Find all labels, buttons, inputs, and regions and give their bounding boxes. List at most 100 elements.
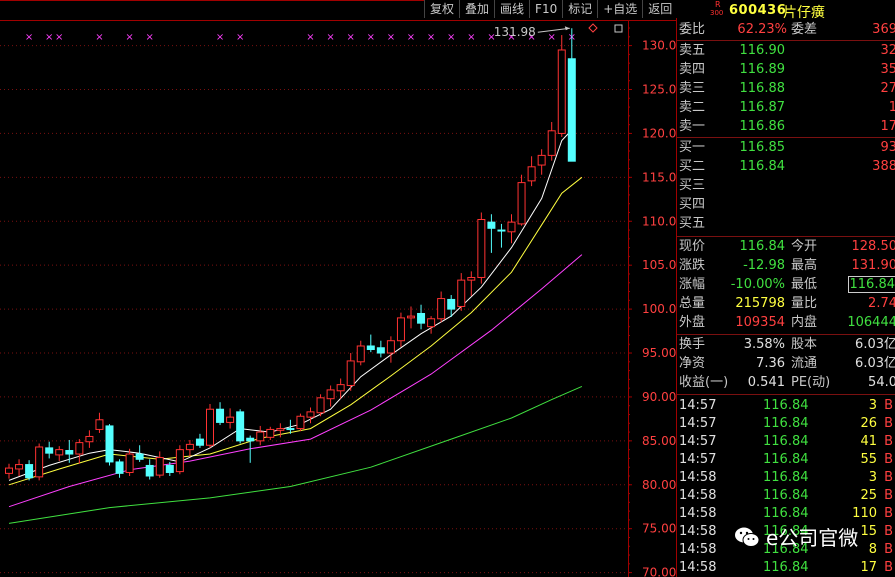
stat-value: 128.50	[851, 239, 895, 254]
bid-level-label: 买三	[679, 178, 706, 193]
stat-row: 总量 215798 量比 2.74	[677, 295, 895, 313]
fundamental-label: 净资	[679, 356, 706, 371]
tick-row[interactable]: 14:57 116.84 55 B	[677, 451, 895, 469]
candle-body	[316, 397, 325, 414]
candle-body	[296, 415, 305, 430]
candle-body	[306, 411, 315, 418]
mark-button[interactable]: 标记	[562, 0, 598, 18]
candle-body	[216, 408, 225, 423]
ma20-line	[8, 254, 583, 508]
ask-level-label: 卖五	[679, 43, 706, 58]
back-button[interactable]: 返回	[642, 0, 678, 18]
bid-level-label: 买二	[679, 159, 706, 174]
arrowhead-icon	[564, 26, 570, 31]
candle-body	[366, 345, 375, 351]
candle-body	[447, 298, 456, 310]
fundamental-value: 3.58%	[743, 337, 785, 352]
add-watchlist-button[interactable]: +自选	[597, 0, 643, 18]
overlay-button[interactable]: 叠加	[459, 0, 495, 18]
candle-body	[95, 419, 104, 430]
stat-value: 2.74	[868, 296, 895, 311]
high-annotation-label: 131.98	[494, 25, 536, 39]
tick-row[interactable]: 14:57 116.84 26 B	[677, 415, 895, 433]
signal-star: ×	[367, 32, 375, 43]
tick-volume: 55	[860, 452, 877, 467]
y-tick-label: 100.0	[642, 302, 676, 316]
candle-body	[467, 276, 476, 281]
fundamental-label: PE(动)	[791, 375, 831, 390]
fundamental-value: 7.36	[756, 356, 785, 371]
y-tick-label: 125.0	[642, 83, 676, 97]
tick-row[interactable]: 14:58 116.84 3 B	[677, 469, 895, 487]
signal-star: ×	[387, 32, 395, 43]
stat-row: 涨跌 -12.98 最高 131.90	[677, 257, 895, 275]
y-tick-label: 130.0	[642, 39, 676, 53]
signal-star: ×	[447, 32, 455, 43]
tick-time: 14:57	[679, 398, 717, 413]
divider	[677, 236, 895, 237]
tick-row[interactable]: 14:57 116.84 41 B	[677, 433, 895, 451]
chart-corner-box-icon[interactable]	[614, 24, 623, 33]
stock-code: 600436	[729, 3, 787, 18]
order-ratio-label: 委比	[679, 22, 706, 37]
candle-body	[396, 317, 405, 342]
f10-button[interactable]: F10	[529, 0, 563, 18]
tick-row[interactable]: 14:58 116.84 110 B	[677, 505, 895, 523]
stat-row: 现价 116.84 今开 128.50	[677, 238, 895, 256]
signal-star: ×	[548, 32, 556, 43]
draw-line-button[interactable]: 画线	[494, 0, 530, 18]
ask-volume: 35	[880, 62, 895, 77]
tick-volume: 3	[868, 398, 877, 413]
signal-star: ×	[146, 32, 154, 43]
y-tick-label: 115.0	[642, 170, 676, 184]
stat-label: 总量	[679, 296, 706, 311]
tick-row[interactable]: 14:57 116.84 3 B	[677, 397, 895, 415]
candle-body	[256, 431, 265, 442]
ask-row: 卖三 116.88 27	[677, 80, 895, 98]
ask-level-label: 卖三	[679, 81, 706, 96]
tick-volume: 110	[852, 506, 877, 521]
y-tick-label: 80.00	[642, 478, 676, 492]
signal-star: ×	[95, 32, 103, 43]
fundamental-value: 6.03亿	[855, 356, 895, 371]
candle-body	[477, 219, 486, 278]
quote-panel: 委比 62.23% 委差 369 卖五 116.90 32 卖四 116.89 35 卖三 1…	[677, 21, 895, 577]
candle-body	[175, 449, 184, 473]
tick-row[interactable]: 14:58 116.84 17 B	[677, 559, 895, 577]
bid-level-label: 买一	[679, 140, 706, 155]
watermark: e公司官微	[734, 522, 858, 551]
bid-row: 买五	[677, 215, 895, 233]
tick-row[interactable]: 14:58 116.84 25 B	[677, 487, 895, 505]
restore-rights-button[interactable]: 复权	[424, 0, 460, 18]
tick-volume: 8	[868, 542, 877, 557]
tick-flag: B	[884, 560, 893, 575]
kline-chart[interactable]: 130.0 125.0 120.0 115.0 110.0 105.0 100.0 95.00…	[0, 0, 677, 577]
candle-body	[75, 442, 84, 455]
signal-star: ×	[216, 32, 224, 43]
stat-row: 涨幅 -10.00% 最低 116.84	[677, 276, 895, 294]
wechat-icon	[734, 526, 760, 548]
ask-price: 116.87	[739, 100, 786, 115]
order-ratio-row: 委比 62.23% 委差 369	[677, 21, 895, 39]
order-diff-label: 委差	[791, 22, 818, 37]
tick-price: 116.84	[763, 506, 809, 521]
tick-time: 14:57	[679, 416, 717, 431]
fundamental-label: 收益(一)	[679, 375, 729, 390]
y-tick-label: 90.00	[642, 390, 676, 404]
ask-level-label: 卖四	[679, 62, 706, 77]
watermark-text: e公司官微	[766, 526, 859, 550]
candle-body	[487, 221, 496, 229]
candle-body	[326, 389, 335, 400]
tick-volume: 26	[860, 416, 877, 431]
fundamental-row: 净资 7.36 流通 6.03亿	[677, 355, 895, 373]
tick-time: 14:58	[679, 488, 717, 503]
divider	[677, 137, 895, 138]
bid-volume: 388	[872, 159, 895, 174]
tick-volume: 17	[860, 560, 877, 575]
tick-price: 116.84	[763, 452, 809, 467]
stat-value: 116.84	[739, 239, 786, 254]
r-mark: R	[715, 0, 721, 9]
order-ratio-value: 62.23%	[737, 22, 787, 37]
tick-price: 116.84	[763, 560, 809, 575]
fundamental-row: 换手 3.58% 股本 6.03亿	[677, 336, 895, 354]
